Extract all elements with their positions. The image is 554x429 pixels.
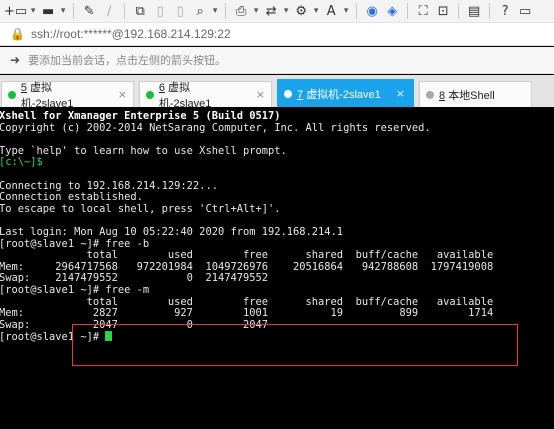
close-icon[interactable]: × [396,87,405,100]
dropdown-icon[interactable]: ▾ [282,1,290,21]
hint-bar: ➜ 要添加当前会话，点击左侧的箭头按钮。 [0,47,554,74]
help-icon[interactable]: ? [496,1,514,21]
close-icon[interactable]: × [118,88,127,101]
terminal-line-text: Swap: 2147479552 0 2147479552 [0,272,268,285]
tab-session-5[interactable]: 5 虚拟机-2slave1 × [1,81,134,110]
xftp-icon[interactable]: ◈ [383,1,401,21]
dropdown-icon[interactable]: ▾ [59,1,67,21]
tab-label: 8 本地Shell [439,89,495,102]
terminal-line-text: [c:\~]$ [0,156,43,169]
toolbar-divider [124,3,126,19]
terminal-line: Copyright (c) 2002-2014 NetSarang Comput… [0,121,554,135]
status-dot-icon [8,90,16,99]
tab-session-7[interactable]: 7 虚拟机-2slave1 × [277,79,414,107]
terminal-cursor [105,331,113,342]
open-folder-icon[interactable]: ▬ [39,1,57,21]
tab-label: 5 虚拟机-2slave1 [20,81,74,110]
terminal-line-text: total used free shared buff/cache availa… [0,295,494,308]
toolbar-divider [407,3,409,19]
terminal-line: [root@slave1 ~]# [0,331,554,343]
options-icon[interactable]: ⚙ [292,1,310,21]
tab-local-shell[interactable]: 8 本地Shell [419,81,532,107]
terminal-line-text: Connection established. [0,191,143,204]
status-dot-icon [284,89,292,98]
toolbar-divider [458,3,460,19]
tab-session-6[interactable]: 6 虚拟机-2slave1 × [139,81,272,110]
terminal-line-text: Connecting to 192.168.214.129:22... [0,179,218,192]
terminal-line-text: Xshell for Xmanager Enterprise 5 (Build … [0,110,281,122]
dropdown-icon[interactable]: ▾ [211,1,219,21]
terminal-output[interactable]: Xshell for Xmanager Enterprise 5 (Build … [0,107,554,429]
tab-bar: 5 虚拟机-2slave1 × 6 虚拟机-2slave1 × 7 虚拟机-2s… [0,75,554,110]
compose-icon[interactable]: ▤ [465,1,483,21]
paste-icon[interactable]: ▯ [151,1,169,21]
hint-text: 要添加当前会话，点击左侧的箭头按钮。 [28,55,227,67]
terminal-line-text: Copyright (c) 2002-2014 NetSarang Comput… [0,121,431,134]
terminal-line: Type `help' to learn how to use Xshell p… [0,144,554,158]
terminal-line-text: [root@slave1 ~]# [0,331,106,344]
terminal-line: [c:\~]$ [0,157,554,169]
dropdown-icon[interactable]: ▾ [252,1,260,21]
lock-icon: 🔒 [10,27,25,41]
chat-icon[interactable]: ▭ [516,1,534,21]
terminal-line: Swap: 2047 0 2047 [0,318,554,332]
toolbar-divider [356,3,358,19]
paste-icon[interactable]: ▯ [171,1,189,21]
properties-icon[interactable]: ✎ [80,1,98,21]
terminal-line-text: Last login: Mon Aug 10 05:22:40 2020 fro… [0,225,344,238]
toolbar-divider [489,3,491,19]
address-bar[interactable]: 🔒 ssh://root:******@192.168.214.129:22 [0,22,554,46]
terminal-line-text: Swap: 2047 0 2047 [0,318,268,331]
toolbar: +▭ ▾ ▬ ▾ ✎ ∕ ⧉ ▯ ▯ ⌕ ▾ ⎙ ▾ ⇄ ▾ ⚙ ▾ A ▾ ◉… [0,0,554,22]
lock-icon[interactable]: ⊡ [434,1,452,21]
font-icon[interactable]: A [322,1,340,21]
terminal-line-text: total used free shared buff/cache availa… [0,249,494,262]
toolbar-divider [225,3,227,19]
copy-icon[interactable]: ⧉ [131,1,149,21]
terminal-line-text: Mem: 2964717568 972201984 1049726976 205… [0,260,494,273]
dropdown-icon[interactable]: ▾ [29,1,37,21]
transfer-icon[interactable]: ⇄ [262,1,280,21]
find-icon[interactable]: ⌕ [191,1,209,21]
new-session-icon[interactable]: +▭ [4,1,27,21]
terminal-line-text: [root@slave1 ~]# free -b [0,237,150,250]
terminal-line-text: To escape to local shell, press 'Ctrl+Al… [0,202,281,215]
add-session-arrow-icon[interactable]: ➜ [10,53,20,67]
close-icon[interactable]: × [256,88,265,101]
terminal-line-text: [root@slave1 ~]# free -m [0,283,150,296]
terminal-line: To escape to local shell, press 'Ctrl+Al… [0,202,554,216]
address-url[interactable]: ssh://root:******@192.168.214.129:22 [31,27,231,41]
tab-label: 6 虚拟机-2slave1 [158,81,212,110]
print-icon[interactable]: ⎙ [232,1,250,21]
dropdown-icon[interactable]: ▾ [312,1,320,21]
xshell-icon[interactable]: ◉ [363,1,381,21]
tab-label: 7 虚拟机-2slave1 [297,88,381,101]
status-dot-icon [146,90,154,99]
reconnect-icon[interactable]: ∕ [100,1,118,21]
terminal-line-text: Type `help' to learn how to use Xshell p… [0,144,287,157]
status-dot-icon [426,90,434,99]
toolbar-divider [73,3,75,19]
terminal-line-text: Mem: 2827 927 1001 19 899 1714 [0,307,494,320]
fullscreen-icon[interactable]: ⛶ [414,1,432,21]
dropdown-icon[interactable]: ▾ [342,1,350,21]
